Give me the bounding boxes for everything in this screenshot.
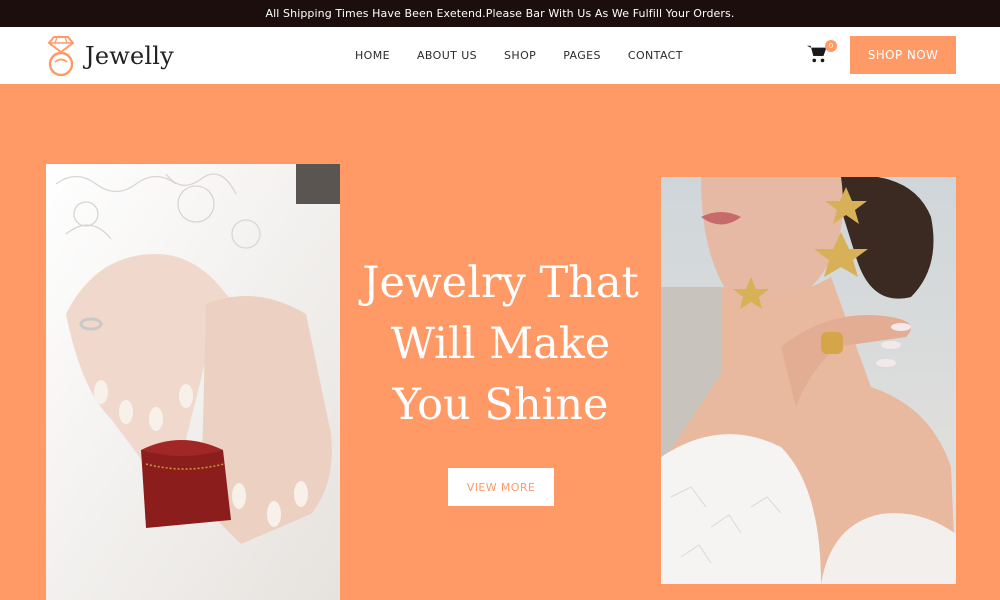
hero-headline-line-2: Will Make [390, 319, 611, 369]
nav-item-shop[interactable]: SHOP [504, 49, 536, 62]
view-more-button[interactable]: VIEW MORE [448, 468, 554, 506]
brand-name: Jewelly [85, 42, 174, 70]
cart-count-badge: 0 [825, 40, 837, 52]
ring-box-photo [46, 164, 340, 600]
nav-item-home[interactable]: HOME [355, 49, 390, 62]
site-header: Jewelly HOME ABOUT US SHOP PAGES CONTACT… [0, 27, 1000, 84]
announcement-text: All Shipping Times Have Been Exetend.Ple… [265, 7, 735, 20]
diamond-ring-icon [47, 36, 75, 77]
brand-logo[interactable]: Jewelly [46, 35, 174, 77]
hero-headline-line-1: Jewelry That [362, 258, 639, 308]
nav-item-about-us[interactable]: ABOUT US [417, 49, 477, 62]
hero-image-ring-box [46, 164, 340, 600]
hero-headline: Jewelry That Will Make You Shine [340, 253, 661, 436]
nav-item-contact[interactable]: CONTACT [628, 49, 683, 62]
hero-headline-line-3: You Shine [392, 380, 609, 430]
hero-image-model-earrings [661, 177, 956, 584]
announcement-bar: All Shipping Times Have Been Exetend.Ple… [0, 0, 1000, 27]
nav-item-pages[interactable]: PAGES [563, 49, 601, 62]
shop-now-button[interactable]: SHOP NOW [850, 36, 956, 74]
model-earrings-photo [661, 177, 956, 584]
cart-button[interactable]: 0 [806, 40, 837, 67]
main-nav: HOME ABOUT US SHOP PAGES CONTACT [355, 27, 683, 84]
